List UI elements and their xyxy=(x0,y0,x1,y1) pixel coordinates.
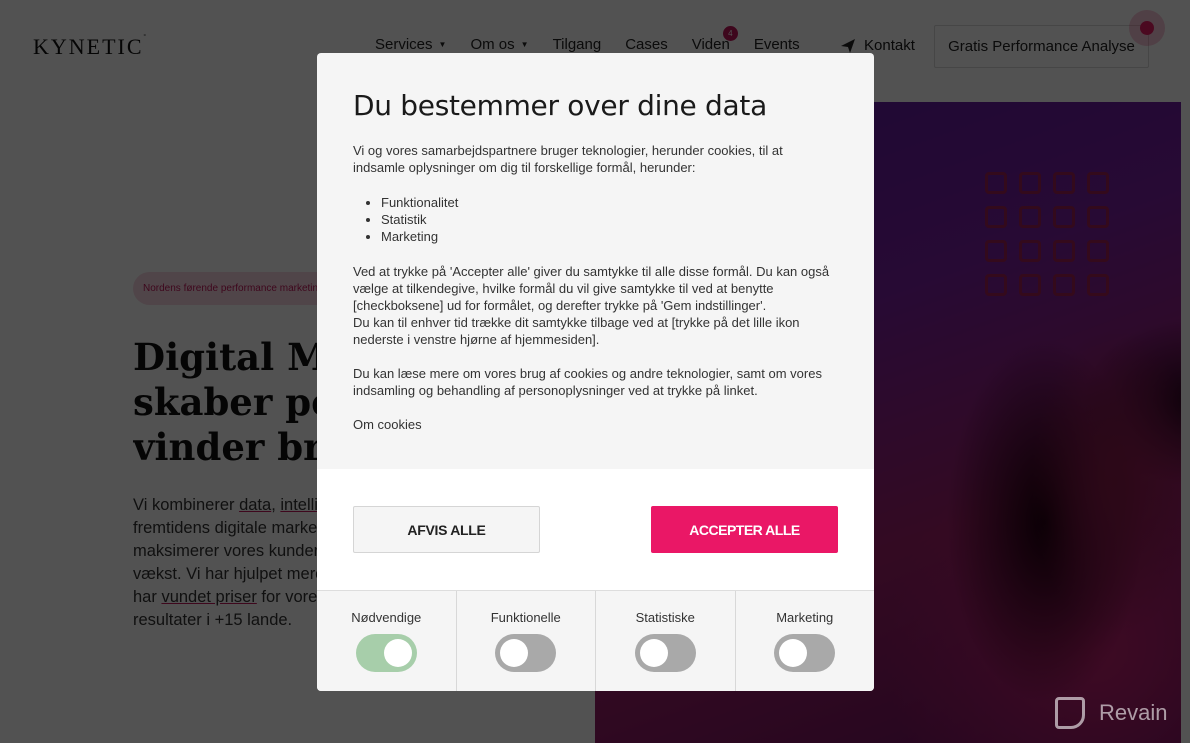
accept-all-button[interactable]: ACCEPTER ALLE xyxy=(651,506,838,553)
purpose-list: Funktionalitet Statistik Marketing xyxy=(381,194,838,245)
cookie-consent-modal: Du bestemmer over dine data Vi og vores … xyxy=(317,53,874,691)
revain-watermark: Revain xyxy=(1055,697,1167,729)
switch-knob xyxy=(639,639,668,667)
switch-knob xyxy=(500,639,529,667)
about-cookies-link[interactable]: Om cookies xyxy=(353,417,422,432)
cookie-actions: AFVIS ALLE ACCEPTER ALLE xyxy=(317,469,874,590)
revain-logo-icon xyxy=(1055,697,1085,729)
functional-switch[interactable] xyxy=(495,634,557,672)
statistics-switch[interactable] xyxy=(634,634,696,672)
necessary-switch[interactable] xyxy=(355,634,417,672)
toggle-statistics: Statistiske xyxy=(596,591,736,691)
purpose-item: Statistik xyxy=(381,211,838,228)
toggle-necessary: Nødvendige xyxy=(317,591,457,691)
toggle-label: Marketing xyxy=(776,610,834,625)
cookie-category-toggles: Nødvendige Funktionelle Statistiske Mark… xyxy=(317,590,874,691)
switch-knob xyxy=(383,639,412,667)
toggle-marketing: Marketing xyxy=(736,591,875,691)
withdraw-text: Du kan til enhver tid trække dit samtykk… xyxy=(353,315,800,347)
reject-all-button[interactable]: AFVIS ALLE xyxy=(353,506,540,553)
toggle-label: Nødvendige xyxy=(351,610,422,625)
toggle-functional: Funktionelle xyxy=(457,591,596,691)
consent-text: Ved at trykke på 'Accepter alle' giver d… xyxy=(353,264,830,313)
cookie-modal-body: Du bestemmer over dine data Vi og vores … xyxy=(317,53,874,469)
toggle-label: Statistiske xyxy=(635,610,695,625)
switch-knob xyxy=(779,639,808,667)
purpose-item: Marketing xyxy=(381,228,838,245)
purpose-item: Funktionalitet xyxy=(381,194,838,211)
cookie-modal-title: Du bestemmer over dine data xyxy=(353,89,767,122)
more-info-text: Du kan læse mere om vores brug af cookie… xyxy=(353,366,822,398)
marketing-switch[interactable] xyxy=(774,634,836,672)
cookie-intro-text: Vi og vores samarbejdspartnere bruger te… xyxy=(353,143,783,175)
toggle-label: Funktionelle xyxy=(490,610,561,625)
watermark-text: Revain xyxy=(1099,700,1168,725)
